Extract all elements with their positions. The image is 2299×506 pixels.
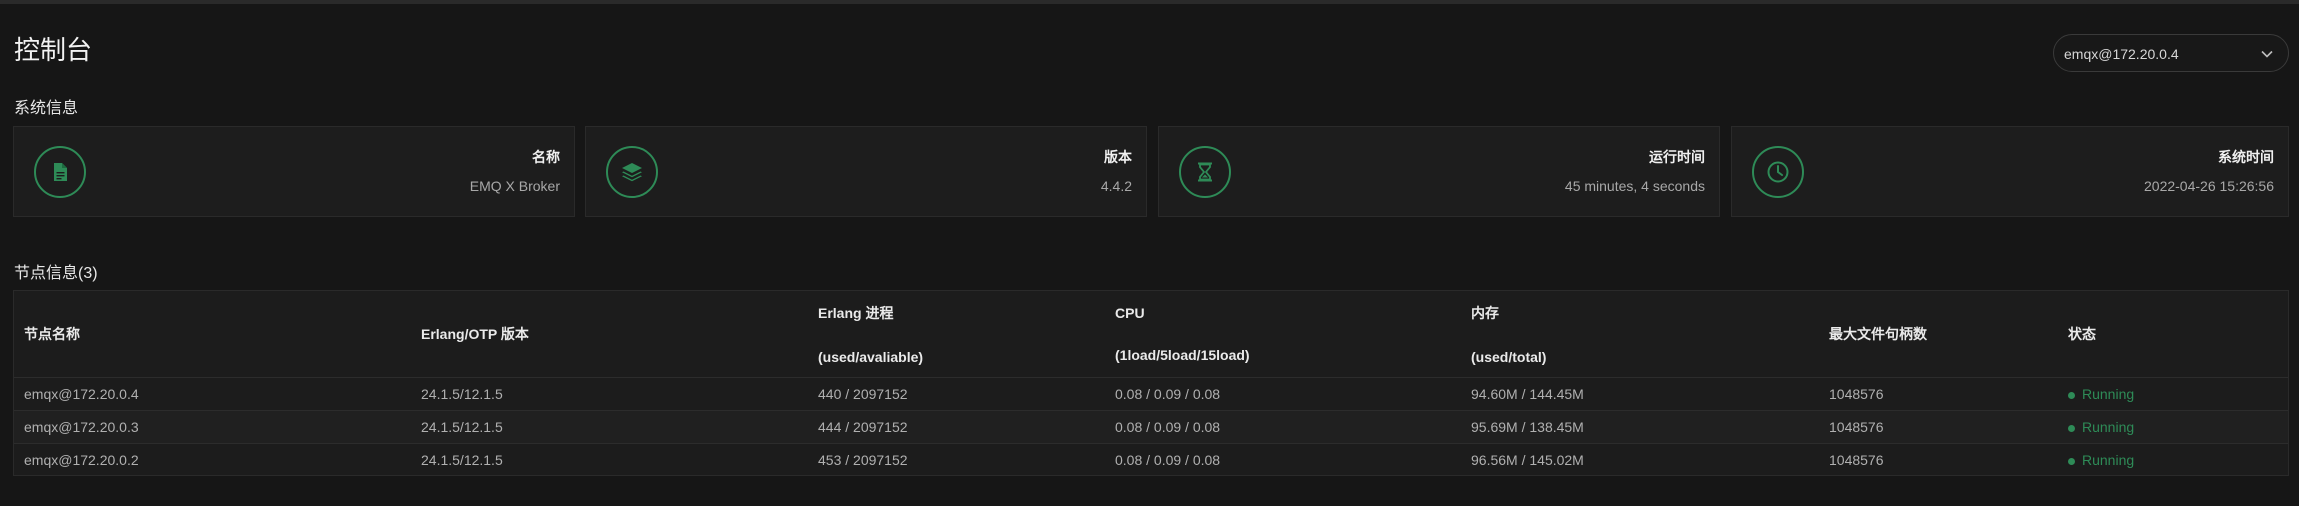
cell-status: Running: [2058, 410, 2288, 444]
cell-memory: 95.69M / 138.45M: [1461, 410, 1819, 444]
card-label: 运行时间: [1649, 149, 1705, 165]
card-label: 名称: [532, 149, 560, 165]
cell-status: Running: [2058, 443, 2288, 476]
status-text: Running: [2082, 386, 2135, 402]
cell-max-fd: 1048576: [1819, 377, 2058, 411]
col-erlang-processes: Erlang 进程 (used/avaliable): [818, 305, 924, 365]
col-node-name: 节点名称: [24, 326, 80, 342]
col-memory: 内存 (used/total): [1471, 305, 1547, 365]
cell-cpu: 0.08 / 0.09 / 0.08: [1105, 410, 1461, 444]
status-dot: [2068, 391, 2075, 399]
page-title: 控制台: [14, 35, 93, 65]
chevron-down-icon: [2261, 50, 2273, 58]
status-dot: [2068, 424, 2075, 432]
col-max-fd: 最大文件句柄数: [1829, 326, 1927, 342]
file-icon: [34, 146, 86, 198]
nodes-table: 节点名称 Erlang/OTP 版本 Erlang 进程 (used/avalia…: [13, 290, 2289, 476]
nodes-heading: 节点信息(3): [14, 265, 98, 282]
cell-status: Running: [2058, 377, 2288, 411]
table-row: emqx@172.20.0.2 24.1.5/12.1.5 453 / 2097…: [14, 443, 2288, 476]
col-otp-version: Erlang/OTP 版本: [421, 326, 529, 342]
status-dot: [2068, 457, 2075, 465]
layers-icon: [606, 146, 658, 198]
cell-processes: 444 / 2097152: [808, 410, 1105, 444]
col-cpu: CPU (1load/5load/15load): [1115, 305, 1250, 363]
table-row: emqx@172.20.0.4 24.1.5/12.1.5 440 / 2097…: [14, 377, 2288, 411]
card-name: 名称 EMQ X Broker: [13, 126, 575, 217]
col-status: 状态: [2068, 326, 2096, 342]
cell-max-fd: 1048576: [1819, 443, 2058, 476]
cell-cpu: 0.08 / 0.09 / 0.08: [1105, 377, 1461, 411]
cell-max-fd: 1048576: [1819, 410, 2058, 444]
card-label: 系统时间: [2218, 149, 2274, 165]
card-value: 2022-04-26 15:26:56: [2144, 178, 2274, 194]
card-label: 版本: [1104, 149, 1132, 165]
node-select[interactable]: emqx@172.20.0.4: [2053, 34, 2289, 72]
cell-memory: 94.60M / 144.45M: [1461, 377, 1819, 411]
card-value: 45 minutes, 4 seconds: [1564, 178, 1705, 194]
table-row: emqx@172.20.0.3 24.1.5/12.1.5 444 / 2097…: [14, 410, 2288, 444]
hourglass-icon: [1179, 146, 1231, 198]
cell-cpu: 0.08 / 0.09 / 0.08: [1105, 443, 1461, 476]
status-text: Running: [2082, 419, 2135, 435]
cell-processes: 440 / 2097152: [808, 377, 1105, 411]
cell-memory: 96.56M / 145.02M: [1461, 443, 1819, 476]
table-header-row: 节点名称 Erlang/OTP 版本 Erlang 进程 (used/avalia…: [14, 291, 2288, 378]
cell-otp: 24.1.5/12.1.5: [411, 410, 808, 444]
top-bar: [0, 0, 2299, 4]
cell-node-name: emqx@172.20.0.4: [14, 377, 411, 411]
clock-icon: [1752, 146, 1804, 198]
cell-otp: 24.1.5/12.1.5: [411, 443, 808, 476]
cell-processes: 453 / 2097152: [808, 443, 1105, 476]
card-version: 版本 4.4.2: [585, 126, 1147, 217]
cell-otp: 24.1.5/12.1.5: [411, 377, 808, 411]
node-select-value: emqx@172.20.0.4: [2064, 46, 2179, 62]
card-value: 4.4.2: [1100, 178, 1132, 194]
card-value: EMQ X Broker: [469, 178, 560, 194]
cell-node-name: emqx@172.20.0.3: [14, 410, 411, 444]
card-system-time: 系统时间 2022-04-26 15:26:56: [1731, 126, 2289, 217]
system-info-heading: 系统信息: [14, 100, 79, 117]
card-uptime: 运行时间 45 minutes, 4 seconds: [1158, 126, 1720, 217]
cell-node-name: emqx@172.20.0.2: [14, 443, 411, 476]
status-text: Running: [2082, 452, 2135, 468]
